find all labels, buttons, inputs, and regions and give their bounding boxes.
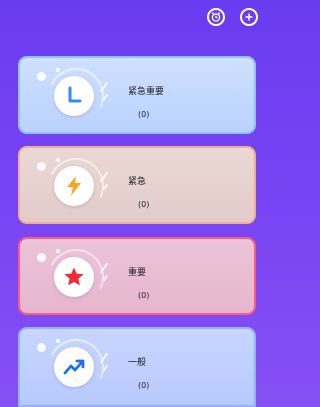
lightning-icon	[54, 166, 94, 206]
category-count: (0)	[138, 200, 150, 209]
decor-bubble	[37, 72, 46, 81]
clock-icon	[54, 76, 94, 116]
category-card-urgent-important[interactable]: 紧急重要 (0)	[18, 56, 256, 134]
decor-bubble	[56, 249, 60, 253]
decor-bubble	[37, 253, 46, 262]
add-icon[interactable]	[240, 8, 258, 26]
category-card-normal[interactable]: 一般 (0)	[18, 327, 256, 407]
category-count: (0)	[138, 110, 150, 119]
category-card-urgent[interactable]: 紧急 (0)	[18, 146, 256, 224]
category-title: 重要	[128, 268, 147, 278]
category-card-important[interactable]: 重要 (0)	[18, 237, 256, 315]
category-title: 紧急重要	[128, 87, 165, 97]
trend-up-icon	[54, 347, 94, 387]
alarm-clock-icon[interactable]	[207, 8, 225, 26]
category-count: (0)	[138, 291, 150, 300]
category-count: (0)	[138, 381, 150, 390]
decor-bubble	[56, 68, 60, 72]
decor-bubble	[56, 339, 60, 343]
star-icon	[54, 257, 94, 297]
decor-bubble	[37, 343, 46, 352]
category-title: 一般	[128, 358, 147, 368]
decor-bubble	[56, 158, 60, 162]
top-toolbar	[0, 0, 270, 40]
category-title: 紧急	[128, 177, 147, 187]
decor-bubble	[37, 162, 46, 171]
